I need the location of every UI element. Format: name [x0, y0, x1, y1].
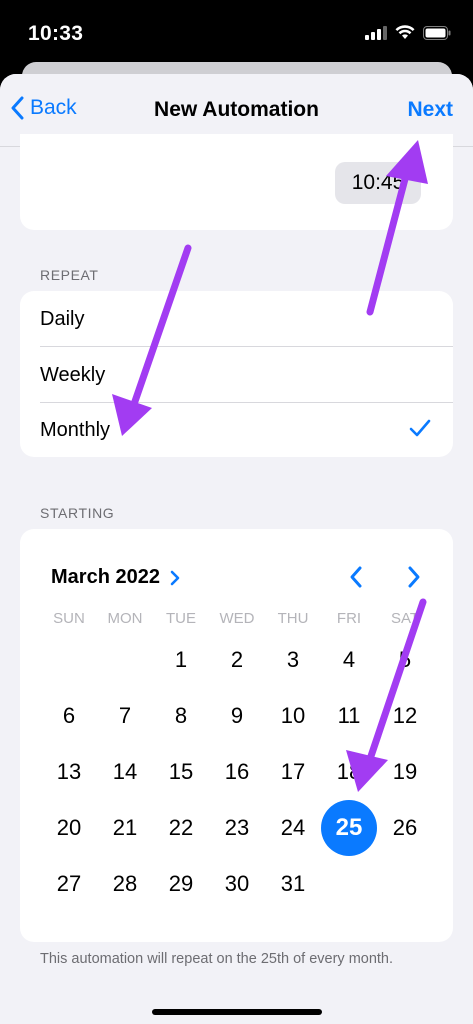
status-time: 10:33 [28, 22, 84, 45]
calendar-day[interactable]: 29 [153, 856, 209, 912]
repeat-option-weekly[interactable]: Weekly [40, 347, 453, 403]
calendar-day[interactable]: 21 [97, 800, 153, 856]
previous-month-button[interactable] [347, 565, 365, 594]
calendar-day[interactable]: 15 [153, 744, 209, 800]
weekday-label: WED [219, 610, 255, 627]
status-bar: 10:33 [0, 0, 473, 70]
weekday-label: SAT [390, 610, 420, 627]
weekday-label: THU [277, 610, 309, 627]
calendar-day[interactable]: 4 [321, 632, 377, 688]
battery-icon [423, 25, 451, 40]
page-title: New Automation [154, 98, 319, 121]
next-button[interactable]: Next [407, 98, 453, 122]
month-year-button[interactable]: March 2022 [51, 566, 180, 589]
calendar-day[interactable]: 9 [209, 688, 265, 744]
calendar-day[interactable]: 3 [265, 632, 321, 688]
repeat-option-monthly[interactable]: Monthly [40, 402, 453, 457]
weekday-label: MON [107, 610, 143, 627]
cellular-signal-icon [365, 25, 387, 40]
calendar-day[interactable]: 10 [265, 688, 321, 744]
option-label: Weekly [40, 364, 106, 386]
calendar-day[interactable]: 22 [153, 800, 209, 856]
repeat-header: REPEAT [40, 267, 99, 283]
repeat-option-daily[interactable]: Daily [40, 291, 453, 347]
status-icons [365, 25, 451, 40]
starting-header: STARTING [40, 505, 115, 521]
calendar-day[interactable]: 30 [209, 856, 265, 912]
footer-note: This automation will repeat on the 25th … [40, 951, 394, 967]
calendar-day[interactable]: 7 [97, 688, 153, 744]
automation-sheet: Back New Automation Next 10:45 REPEAT Da… [0, 74, 473, 1024]
calendar-day[interactable]: 28 [97, 856, 153, 912]
calendar-day[interactable]: 20 [41, 800, 97, 856]
home-indicator [152, 1009, 322, 1015]
chevron-right-icon [170, 570, 180, 585]
calendar-day[interactable]: 11 [321, 688, 377, 744]
calendar-day[interactable]: 1 [153, 632, 209, 688]
calendar-day[interactable]: 16 [209, 744, 265, 800]
calendar-day[interactable]: 26 [377, 800, 433, 856]
calendar-day[interactable]: 19 [377, 744, 433, 800]
checkmark-icon [409, 419, 431, 437]
time-card: 10:45 [20, 134, 453, 230]
wifi-icon [395, 25, 415, 39]
calendar-day[interactable]: 13 [41, 744, 97, 800]
calendar-day[interactable]: 5 [377, 632, 433, 688]
calendar-day[interactable]: 27 [41, 856, 97, 912]
weekday-label: SUN [53, 610, 85, 627]
calendar-day[interactable]: 17 [265, 744, 321, 800]
day-number: 25 [335, 814, 363, 841]
calendar-day[interactable]: 23 [209, 800, 265, 856]
calendar-day[interactable]: 12 [377, 688, 433, 744]
month-label: March 2022 [51, 566, 160, 588]
calendar-day[interactable]: 24 [265, 800, 321, 856]
chevron-left-icon [350, 566, 362, 588]
calendar-day[interactable]: 14 [97, 744, 153, 800]
next-month-button[interactable] [405, 565, 423, 594]
calendar-day[interactable]: 31 [265, 856, 321, 912]
option-label: Monthly [40, 419, 111, 441]
weekday-label: TUE [166, 610, 196, 627]
calendar-day-selected[interactable]: 25 [321, 800, 377, 856]
time-picker[interactable]: 10:45 [335, 162, 421, 204]
repeat-options: Daily Weekly Monthly [20, 291, 453, 457]
chevron-right-icon [408, 566, 420, 588]
calendar-day[interactable]: 6 [41, 688, 97, 744]
calendar-day[interactable]: 8 [153, 688, 209, 744]
weekday-label: FRI [336, 610, 362, 627]
calendar: March 2022 SUN MON TUE WED THU FRI SAT 1234567… [20, 529, 453, 942]
calendar-day[interactable]: 18 [321, 744, 377, 800]
calendar-day[interactable]: 2 [209, 632, 265, 688]
option-label: Daily [40, 308, 85, 330]
